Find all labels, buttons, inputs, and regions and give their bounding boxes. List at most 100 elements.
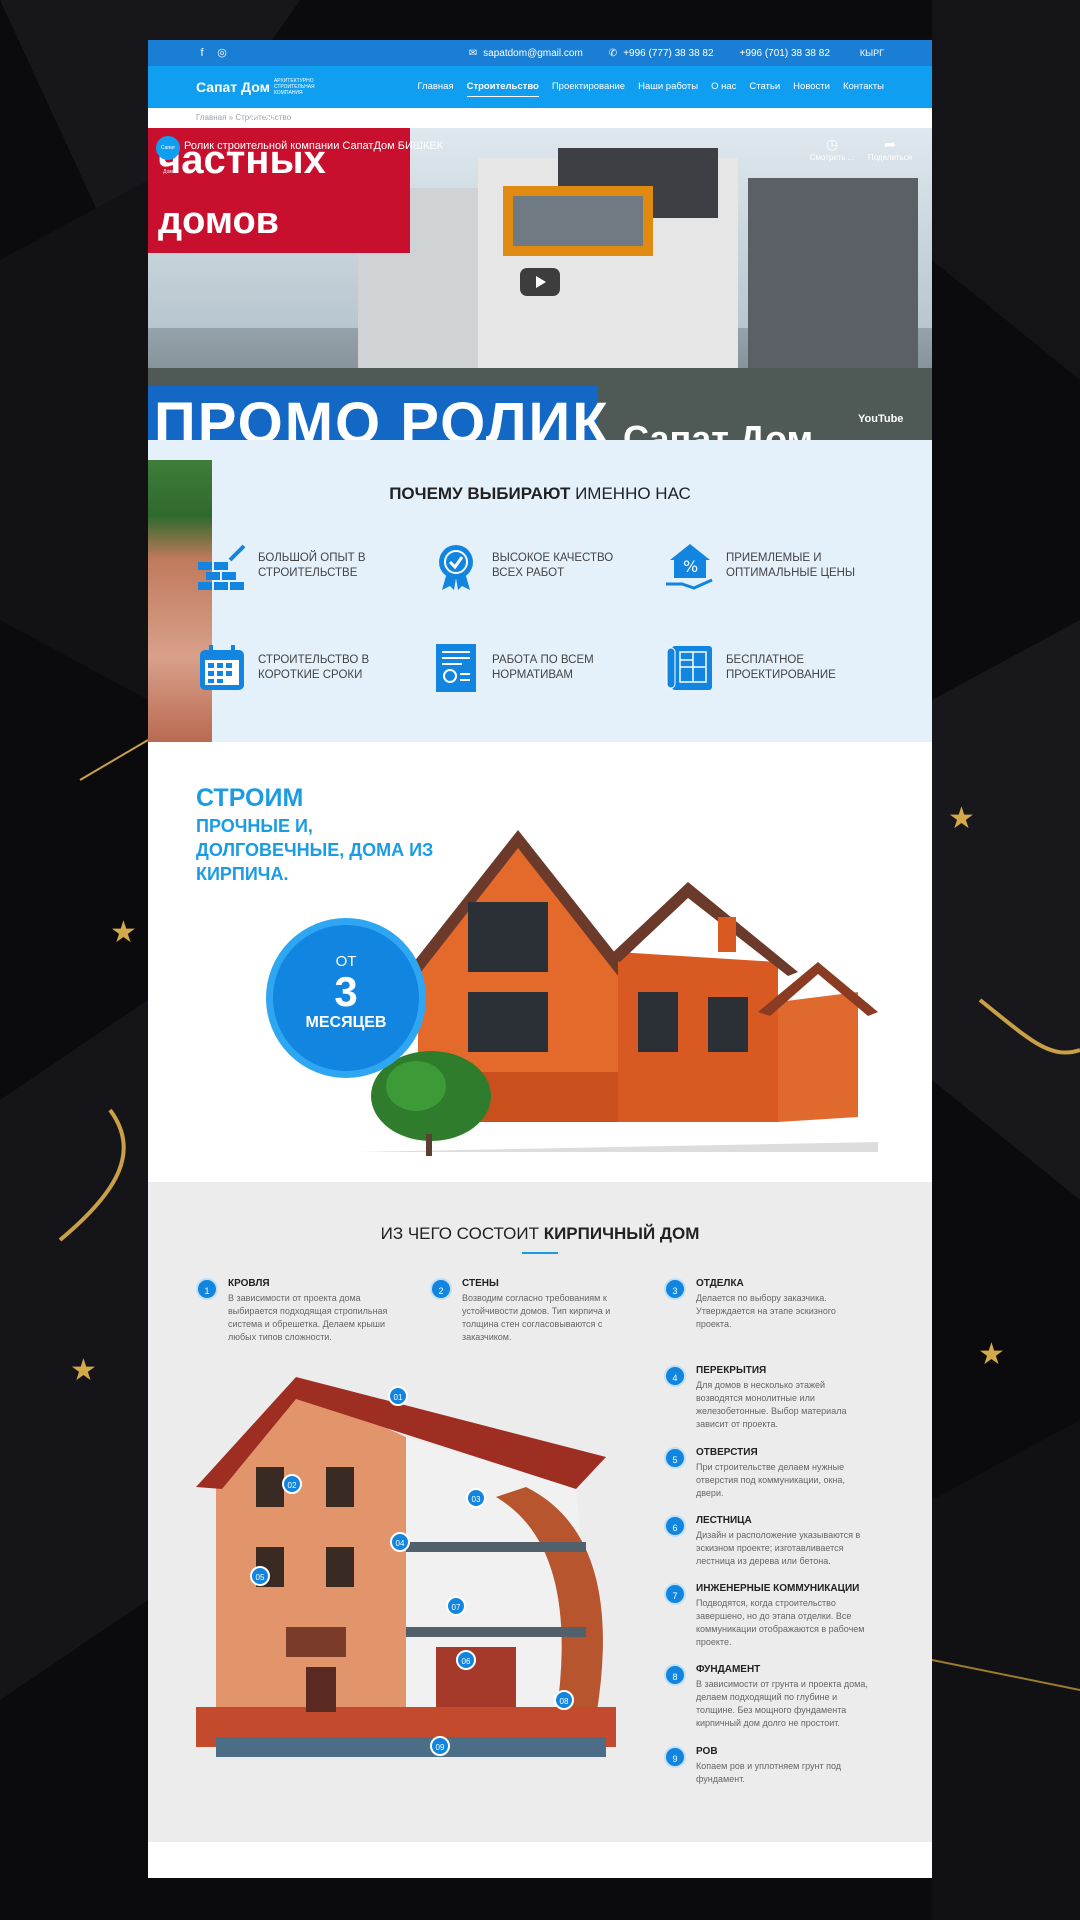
- composition-item: 5 ОТВЕРСТИЯ При строительстве делаем нужн…: [664, 1447, 869, 1500]
- clock-icon: ◷: [825, 136, 839, 152]
- nav-item-news[interactable]: Новости: [793, 77, 830, 97]
- contact-info: ✉ sapatdom@gmail.com ✆ +996 (777) 38 38 …: [469, 48, 830, 59]
- badge-number: 3: [334, 968, 358, 1015]
- item-desc: Копаем ров и уплотняем грунт под фундаме…: [696, 1761, 842, 1784]
- share-label: Поделиться: [867, 153, 913, 162]
- phone1-text: +996 (777) 38 38 82: [623, 47, 714, 59]
- blueprint-icon: [666, 646, 712, 690]
- language-switch[interactable]: КЫРГ: [860, 48, 884, 58]
- diagram-marker: 04: [390, 1532, 410, 1552]
- envelope-icon: ✉: [468, 47, 478, 59]
- gold-star-icon: ★: [948, 802, 975, 835]
- youtube-video-player[interactable]: частных домов ПРОМО РОЛИК Сапат Дом Сапа…: [148, 128, 932, 440]
- diagram-marker: 08: [554, 1690, 574, 1710]
- build-time-badge: ОТ 3 МЕСЯЦЕВ: [266, 918, 426, 1078]
- share-button[interactable]: ➦ Поделиться: [860, 136, 920, 162]
- video-title[interactable]: Ролик строительной компании СапатДом БИШ…: [184, 140, 443, 152]
- composition-item: 9 РОВ Копаем ров и уплотняем грунт под фу…: [664, 1746, 869, 1786]
- logo-name: Сапат Дом: [196, 79, 270, 95]
- item-title: ОТДЕЛКА: [696, 1278, 744, 1289]
- phone-icon: ✆: [608, 47, 618, 59]
- why-us-title-rest: ИМЕННО НАС: [570, 484, 691, 503]
- composition-item: 3 ОТДЕЛКА Делается по выбору заказчика. У…: [664, 1278, 869, 1331]
- nav-item-articles[interactable]: Статьи: [749, 77, 780, 97]
- phone2-link[interactable]: +996 (701) 38 38 82: [740, 48, 830, 59]
- feature-quality: Высокое качество всех работ: [430, 540, 630, 592]
- item-number: 8: [664, 1664, 686, 1686]
- channel-avatar[interactable]: Сапат Дом: [156, 136, 180, 175]
- nav-item-design[interactable]: Проектирование: [552, 77, 625, 97]
- item-number: 9: [664, 1746, 686, 1768]
- feature-text: Большой опыт в строительстве: [258, 552, 366, 579]
- brick-houses-section: СТРОИМ ПРОЧНЫЕ И, ДОЛГОВЕЧНЫЕ, ДОМА ИЗ К…: [148, 742, 932, 1182]
- gold-star-icon: ★: [978, 1338, 1005, 1371]
- item-desc: В зависимости от грунта и проекта дома, …: [696, 1679, 868, 1728]
- website-page: f ◎ ✉ sapatdom@gmail.com ✆ +996 (777) 38…: [148, 40, 932, 1878]
- nav-item-construction[interactable]: Строительство: [466, 77, 539, 97]
- feature-standards: Работа по всем нормативам: [430, 642, 630, 694]
- feature-experience: Большой опыт в строительстве: [196, 540, 396, 592]
- item-title: ИНЖЕНЕРНЫЕ КОММУНИКАЦИИ: [696, 1583, 860, 1594]
- item-number: 6: [664, 1515, 686, 1537]
- instagram-icon[interactable]: ◎: [216, 47, 228, 59]
- composition-item: 6 ЛЕСТНИЦА Дизайн и расположение указываю…: [664, 1515, 869, 1568]
- roof-logo-icon: [246, 112, 276, 122]
- diagram-marker: 06: [456, 1650, 476, 1670]
- main-navbar: Сапат Дом АРХИТЕКТУРНО СТРОИТЕЛЬНАЯ КОМП…: [148, 66, 932, 122]
- badge-unit: МЕСЯЦЕВ: [305, 1014, 387, 1031]
- bricks-icon: [198, 544, 246, 590]
- feature-text: Приемлемые и оптимальные цены: [726, 552, 856, 579]
- document-icon: [436, 644, 476, 692]
- phone2-text: +996 (701) 38 38 82: [739, 47, 830, 59]
- nav-item-contacts[interactable]: Контакты: [843, 77, 884, 97]
- item-title: ОТВЕРСТИЯ: [696, 1447, 758, 1458]
- feature-text: Работа по всем нормативам: [492, 654, 594, 681]
- share-icon: ➦: [884, 136, 896, 152]
- item-title: ФУНДАМЕНТ: [696, 1664, 761, 1675]
- facebook-icon[interactable]: f: [196, 47, 208, 59]
- nav-item-our-works[interactable]: Наши работы: [638, 77, 698, 97]
- nav-item-home[interactable]: Главная: [417, 77, 453, 97]
- why-us-title: ПОЧЕМУ ВЫБИРАЮТ ИМЕННО НАС: [148, 484, 932, 504]
- video-promo-text: ПРОМО РОЛИК: [154, 391, 610, 440]
- video-house-right: [748, 178, 918, 398]
- item-desc: При строительстве делаем нужные отверсти…: [696, 1462, 845, 1498]
- video-brand-text: Сапат Дом: [623, 418, 814, 440]
- feature-prices: % Приемлемые и оптимальные цены: [664, 540, 864, 592]
- item-desc: Возводим согласно требованиям к устойчив…: [462, 1293, 611, 1342]
- item-number: 4: [664, 1365, 686, 1387]
- composition-title-bold: КИРПИЧНЫЙ ДОМ: [543, 1224, 700, 1243]
- calendar-icon: [200, 645, 244, 690]
- feature-free-design: Бесплатное проектирование: [664, 642, 864, 694]
- title-underline: [522, 1252, 558, 1254]
- video-overlay-line2: домов: [158, 200, 280, 242]
- play-button[interactable]: [520, 268, 560, 296]
- item-desc: Для домов в несколько этажей возводятся …: [696, 1380, 847, 1429]
- diagram-marker: 02: [282, 1474, 302, 1494]
- youtube-logo[interactable]: YouTube: [858, 413, 903, 425]
- item-number: 2: [430, 1278, 452, 1300]
- composition-item: 4 ПЕРЕКРЫТИЯ Для домов в несколько этажей…: [664, 1365, 869, 1431]
- quality-medal-icon: [439, 545, 473, 590]
- logo-subtitle: АРХИТЕКТУРНО СТРОИТЕЛЬНАЯ КОМПАНИЯ: [273, 78, 315, 96]
- item-title: ПЕРЕКРЫТИЯ: [696, 1365, 767, 1376]
- item-number: 3: [664, 1278, 686, 1300]
- site-logo[interactable]: Сапат Дом АРХИТЕКТУРНО СТРОИТЕЛЬНАЯ КОМП…: [196, 78, 324, 122]
- diagram-marker: 01: [388, 1386, 408, 1406]
- diagram-marker: 05: [250, 1566, 270, 1586]
- feature-text: Строительство в короткие сроки: [258, 654, 370, 681]
- phone-link[interactable]: ✆ +996 (777) 38 38 82: [609, 48, 714, 59]
- svg-text:%: %: [683, 557, 698, 576]
- email-text: sapatdom@gmail.com: [483, 47, 583, 59]
- gold-star-icon: ★: [110, 916, 137, 949]
- item-desc: Дизайн и расположение указываются в эски…: [696, 1530, 861, 1566]
- email-link[interactable]: ✉ sapatdom@gmail.com: [469, 48, 583, 59]
- nav-item-about[interactable]: О нас: [711, 77, 736, 97]
- watch-later-label: Смотреть ...: [809, 153, 855, 162]
- diagram-marker: 09: [430, 1736, 450, 1756]
- composition-item: 1 КРОВЛЯ В зависимости от проекта дома вы…: [196, 1278, 401, 1344]
- watch-later-button[interactable]: ◷ Смотреть ...: [802, 136, 862, 162]
- item-title: ЛЕСТНИЦА: [696, 1515, 752, 1526]
- item-title: РОВ: [696, 1746, 718, 1757]
- feature-text: Высокое качество всех работ: [492, 552, 614, 579]
